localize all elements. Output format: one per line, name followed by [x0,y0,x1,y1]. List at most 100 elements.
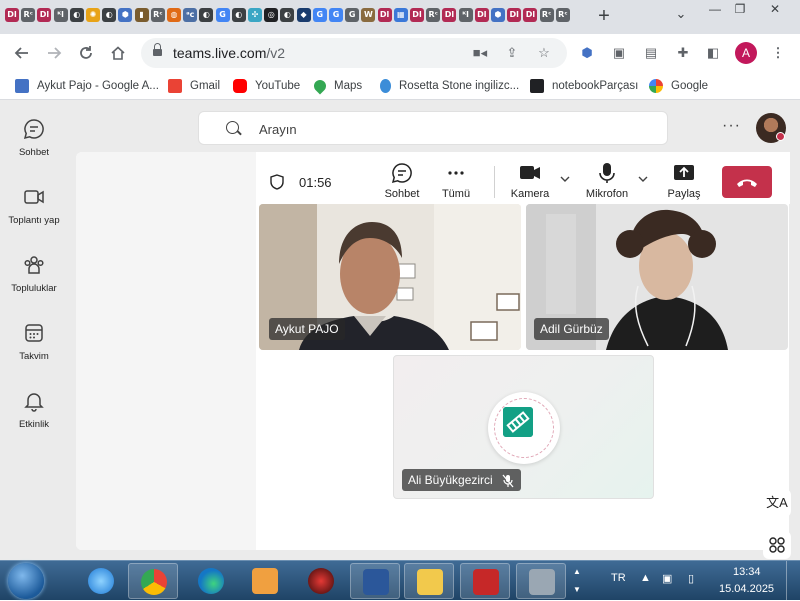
extensions-icon[interactable]: ✚ [673,43,693,63]
show-desktop-button[interactable] [786,561,800,601]
tab-favicon-icon[interactable]: ▮ [134,8,149,22]
microphone-button[interactable]: Mikrofon [582,162,632,200]
taskbar-internet-explorer[interactable] [76,563,126,599]
tab-favicon-icon[interactable]: Rᶜ [426,8,441,22]
tab-favicon-icon[interactable]: W [361,8,376,22]
tab-favicon-icon[interactable]: ◐ [231,8,246,22]
tab-favicon-icon[interactable]: ◐ [69,8,84,22]
rail-item-calendar[interactable]: Takvim [0,322,68,382]
participant-tile-ali[interactable]: Ali Büyükgezirci [393,355,654,499]
bookmark-gmail[interactable]: Gmail [168,78,220,94]
tab-search-button[interactable]: ⌄ [672,6,690,26]
tab-favicon-icon[interactable]: G [345,8,360,22]
tab-favicon-icon[interactable]: G [329,8,343,22]
profile-avatar[interactable]: A [735,42,757,64]
participant-tile-aykut[interactable]: Aykut PAJO [259,204,521,350]
taskbar-file-explorer[interactable] [404,563,454,599]
bookmark-google[interactable]: Google [649,78,708,94]
clock-date[interactable]: 15.04.2025 [719,583,774,595]
leave-call-button[interactable] [722,166,772,198]
tab-favicon-icon[interactable]: Rᶜ [539,8,554,22]
tab-favicon-icon[interactable]: ◐ [199,8,214,22]
taskbar-scroll-arrows[interactable]: ▲ ▼ [570,563,584,599]
tab-favicon-icon[interactable]: Dl [507,8,522,22]
show-hidden-icons-icon[interactable]: ▲ [640,572,651,584]
tab-favicon-icon[interactable]: Dl [442,8,457,22]
share-button[interactable]: Paylaş [664,162,704,200]
tab-favicon-icon[interactable]: Rᶜ [150,8,165,22]
bookmark-maps[interactable]: Maps [311,77,362,95]
new-tab-button[interactable]: + [594,4,614,28]
chrome-menu-icon[interactable]: ⋮ [768,43,788,63]
camera-options-chevron-icon[interactable] [560,174,570,184]
tab-favicon-icon[interactable]: ◐ [280,8,295,22]
tab-favicon-icon[interactable]: Dl [410,8,424,22]
rail-item-chat[interactable]: Sohbet [0,118,68,178]
start-button[interactable] [8,563,44,599]
extension-puzzle-dark-icon[interactable]: ▣ [609,43,629,63]
search-box[interactable]: Arayın [198,111,668,145]
extension-translate-icon[interactable]: ⬢ [577,43,597,63]
tab-favicon-icon[interactable]: ᵃc [183,8,198,22]
clock-time[interactable]: 13:34 [733,566,761,578]
tab-favicon-icon[interactable]: Dl [5,8,19,22]
taskbar-acrobat[interactable] [460,563,510,599]
tab-favicon-icon[interactable]: G [312,8,327,22]
network-icon[interactable]: ▣ [662,572,672,585]
language-indicator[interactable]: TR [611,572,626,584]
rail-item-activity[interactable]: Etkinlik [0,390,68,450]
tab-favicon-icon[interactable]: G [215,8,230,22]
camera-button[interactable]: Kamera [508,162,552,200]
reload-button[interactable] [74,41,98,65]
bookmark-aykut-pajo[interactable]: Aykut Pajo - Google A... [15,78,159,94]
restore-button[interactable]: ❐ [725,0,755,18]
taskbar-media-player[interactable] [240,563,290,599]
tab-favicon-icon[interactable]: ✣ [248,8,262,22]
battery-icon[interactable]: ▯ [688,572,694,585]
bookmark-notebook[interactable]: notebookParçası [530,78,638,94]
tab-favicon-icon[interactable]: Dl [37,8,52,22]
tab-favicon-icon[interactable]: ᴷl [53,8,68,22]
tab-favicon-icon[interactable]: ◆ [296,8,311,22]
camera-in-use-icon[interactable]: ■◂ [471,44,489,62]
tab-favicon-icon[interactable]: ᴷl [458,8,473,22]
tab-favicon-icon[interactable]: ⬢ [491,8,505,22]
chat-button[interactable]: Sohbet [381,162,423,200]
address-bar[interactable]: teams.live.com/v2 ■◂ ⇪ ☆ [141,38,567,68]
taskbar-remote-desktop[interactable] [516,563,566,599]
tab-favicon-icon[interactable]: ✺ [86,8,100,22]
participant-tile-adil[interactable]: Adil Gürbüz [526,204,788,350]
tab-favicon-icon[interactable]: ⬢ [118,8,133,22]
back-button[interactable] [10,41,34,65]
tab-favicon-icon[interactable]: ◍ [167,8,181,22]
side-panel-icon[interactable]: ◧ [703,43,723,63]
tab-favicon-icon[interactable]: Rᶜ [21,8,36,22]
url-text[interactable]: teams.live.com/v2 [173,45,285,61]
close-window-button[interactable]: ✕ [760,0,790,18]
tab-favicon-icon[interactable]: Dl [474,8,489,22]
rail-item-meet[interactable]: Toplantı yap [0,186,68,246]
tab-favicon-icon[interactable]: ▦ [393,8,408,22]
microphone-options-chevron-icon[interactable] [638,174,648,184]
forward-button[interactable] [42,41,66,65]
taskbar-chrome[interactable] [128,563,178,599]
translate-icon[interactable]: 文A [763,489,791,517]
share-icon[interactable]: ⇪ [503,44,521,62]
more-options-button[interactable]: ··· [722,117,741,135]
home-button[interactable] [106,41,130,65]
taskbar-app-red[interactable] [296,563,346,599]
bookmark-youtube[interactable]: YouTube [233,78,300,94]
taskbar-word[interactable] [350,563,400,599]
extension-doc-icon[interactable]: ▤ [641,43,661,63]
tab-favicon-icon[interactable]: Dl [377,8,392,22]
apps-grid-icon[interactable] [763,531,791,559]
taskbar-edge[interactable] [186,563,236,599]
bookmark-rosetta-stone[interactable]: Rosetta Stone ingilizc... [380,78,519,94]
bookmark-star-icon[interactable]: ☆ [535,44,553,62]
tab-favicon-icon[interactable]: Rᶜ [555,8,570,22]
shield-icon[interactable] [270,174,284,190]
tab-favicon-icon[interactable]: ◐ [102,8,117,22]
tab-favicon-icon[interactable]: Dl [523,8,538,22]
rail-item-communities[interactable]: Topluluklar [0,254,68,314]
tab-favicon-icon[interactable]: ◎ [264,8,279,22]
